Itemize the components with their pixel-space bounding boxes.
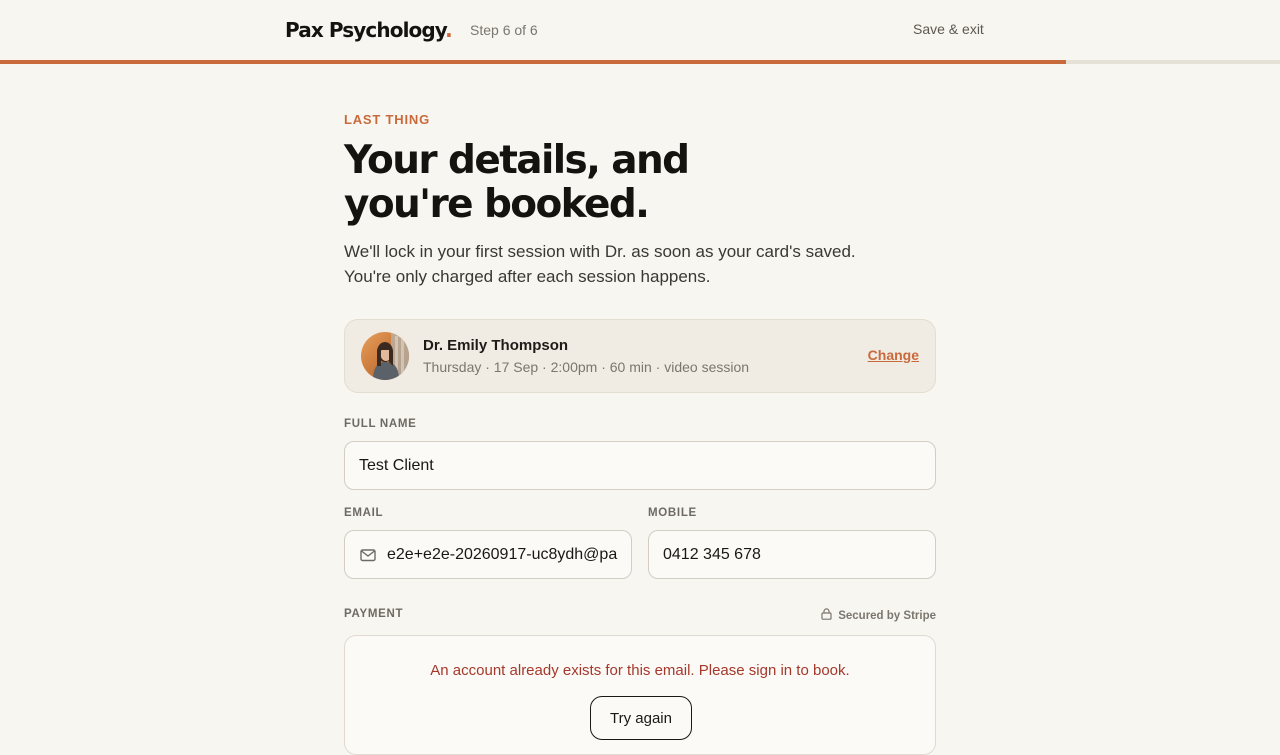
save-exit-button[interactable]: Save & exit [913, 21, 984, 37]
full-name-label: FULL NAME [344, 418, 417, 430]
step-indicator: Step 6 of 6 [470, 22, 538, 38]
page-title: Your details, and you're booked. [344, 138, 690, 227]
payment-label: PAYMENT [344, 608, 404, 620]
mobile-input[interactable]: 0412 345 678 [648, 530, 936, 579]
top-bar: Pax Psychology. Step 6 of 6 Save & exit [0, 0, 1280, 60]
email-label: EMAIL [344, 507, 384, 519]
payment-error-message: An account already exists for this email… [430, 662, 850, 679]
subtitle-line-1: We'll lock in your first session with Dr… [344, 242, 856, 261]
progress-fill [0, 60, 1067, 64]
secured-by-stripe: Secured by Stripe [821, 608, 936, 623]
email-input[interactable]: e2e+e2e-20260917-uc8ydh@pa [344, 530, 632, 579]
mail-icon [359, 546, 377, 564]
lock-icon [821, 608, 832, 623]
mobile-label: MOBILE [648, 507, 697, 519]
session-details: Thursday · 17 Sep · 2:00pm · 60 min · vi… [423, 359, 750, 375]
change-session-link[interactable]: Change [868, 347, 919, 363]
eyebrow-label: LAST THING [344, 112, 430, 127]
progress-bar [0, 60, 1280, 64]
subtitle-line-2: You're only charged after each session h… [344, 267, 711, 286]
therapist-avatar [361, 332, 409, 380]
try-again-button[interactable]: Try again [590, 696, 692, 740]
full-name-value: Test Client [359, 456, 434, 474]
full-name-input[interactable]: Test Client [344, 441, 936, 490]
page-subtitle: We'll lock in your first session with Dr… [344, 239, 936, 289]
therapist-summary-card: Dr. Emily Thompson Thursday · 17 Sep · 2… [344, 319, 936, 393]
brand-logo[interactable]: Pax Psychology. [285, 18, 453, 42]
secured-text: Secured by Stripe [838, 609, 936, 622]
therapist-name: Dr. Emily Thompson [423, 337, 569, 354]
mobile-value: 0412 345 678 [663, 545, 761, 563]
main-content: LAST THING Your details, and you're book… [344, 112, 936, 755]
email-value: e2e+e2e-20260917-uc8ydh@pa [387, 545, 618, 563]
payment-panel: An account already exists for this email… [344, 635, 936, 755]
